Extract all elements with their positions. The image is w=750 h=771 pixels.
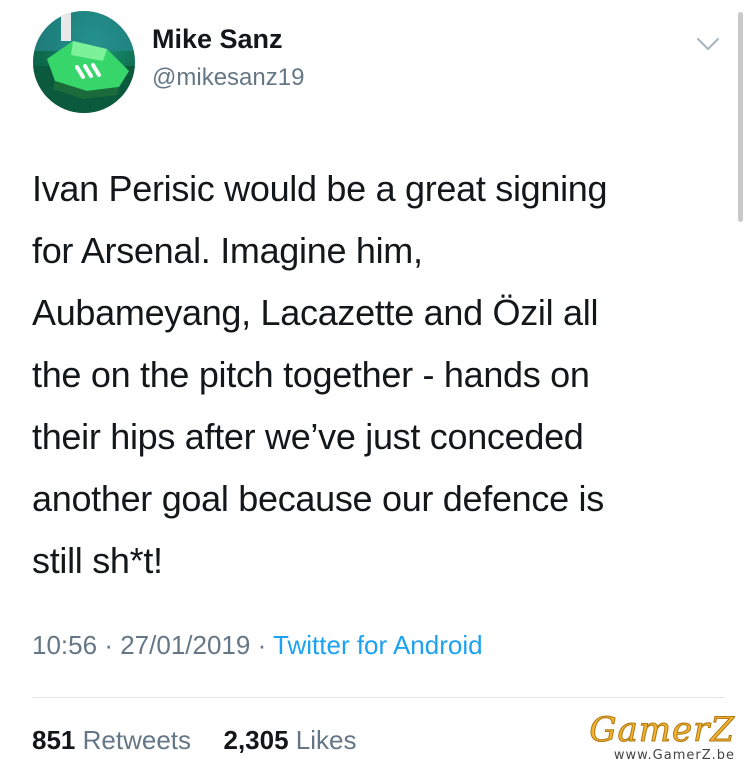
scrollbar[interactable] bbox=[738, 12, 743, 222]
retweets-stat[interactable]: 851 Retweets bbox=[32, 725, 198, 755]
avatar[interactable] bbox=[33, 11, 135, 113]
tweet-source-link[interactable]: Twitter for Android bbox=[273, 630, 483, 660]
retweets-label: Retweets bbox=[82, 725, 192, 755]
user-name[interactable]: Mike Sanz bbox=[152, 24, 283, 55]
user-handle[interactable]: @mikesanz19 bbox=[152, 64, 304, 92]
watermark-url: www.GamerZ.be bbox=[613, 748, 735, 763]
tweet-line: their hips after we’ve just conceded bbox=[32, 416, 584, 457]
tweet-line: the on the pitch together - hands on bbox=[32, 354, 590, 395]
tweet-text: Ivan Perisic would be a great signing fo… bbox=[32, 158, 722, 592]
watermark-logo: GamerZ bbox=[589, 710, 735, 750]
watermark: GamerZ www.GamerZ.be bbox=[560, 712, 735, 768]
likes-label: Likes bbox=[295, 725, 357, 755]
tweet-line: Ivan Perisic would be a great signing bbox=[32, 168, 608, 209]
meta-separator: · bbox=[257, 630, 267, 660]
chevron-down-icon[interactable] bbox=[694, 30, 722, 58]
tweet-line: for Arsenal. Imagine him, bbox=[32, 230, 423, 271]
tweet-line: still sh*t! bbox=[32, 540, 163, 581]
football-boot-avatar bbox=[33, 11, 135, 113]
tweet-stats: 851 Retweets 2,305 Likes bbox=[32, 725, 357, 756]
tweet-meta: 10:56 · 27/01/2019 · Twitter for Android bbox=[32, 630, 483, 661]
retweets-count: 851 bbox=[32, 725, 76, 755]
tweet-time: 10:56 bbox=[32, 630, 98, 660]
likes-count: 2,305 bbox=[223, 725, 289, 755]
tweet-date: 27/01/2019 bbox=[120, 630, 251, 660]
divider bbox=[32, 697, 725, 698]
meta-separator: · bbox=[104, 630, 113, 660]
tweet-line: another goal because our defence is bbox=[32, 478, 604, 519]
tweet-line: Aubameyang, Lacazette and Özil all bbox=[32, 292, 599, 333]
likes-stat[interactable]: 2,305 Likes bbox=[223, 725, 356, 755]
